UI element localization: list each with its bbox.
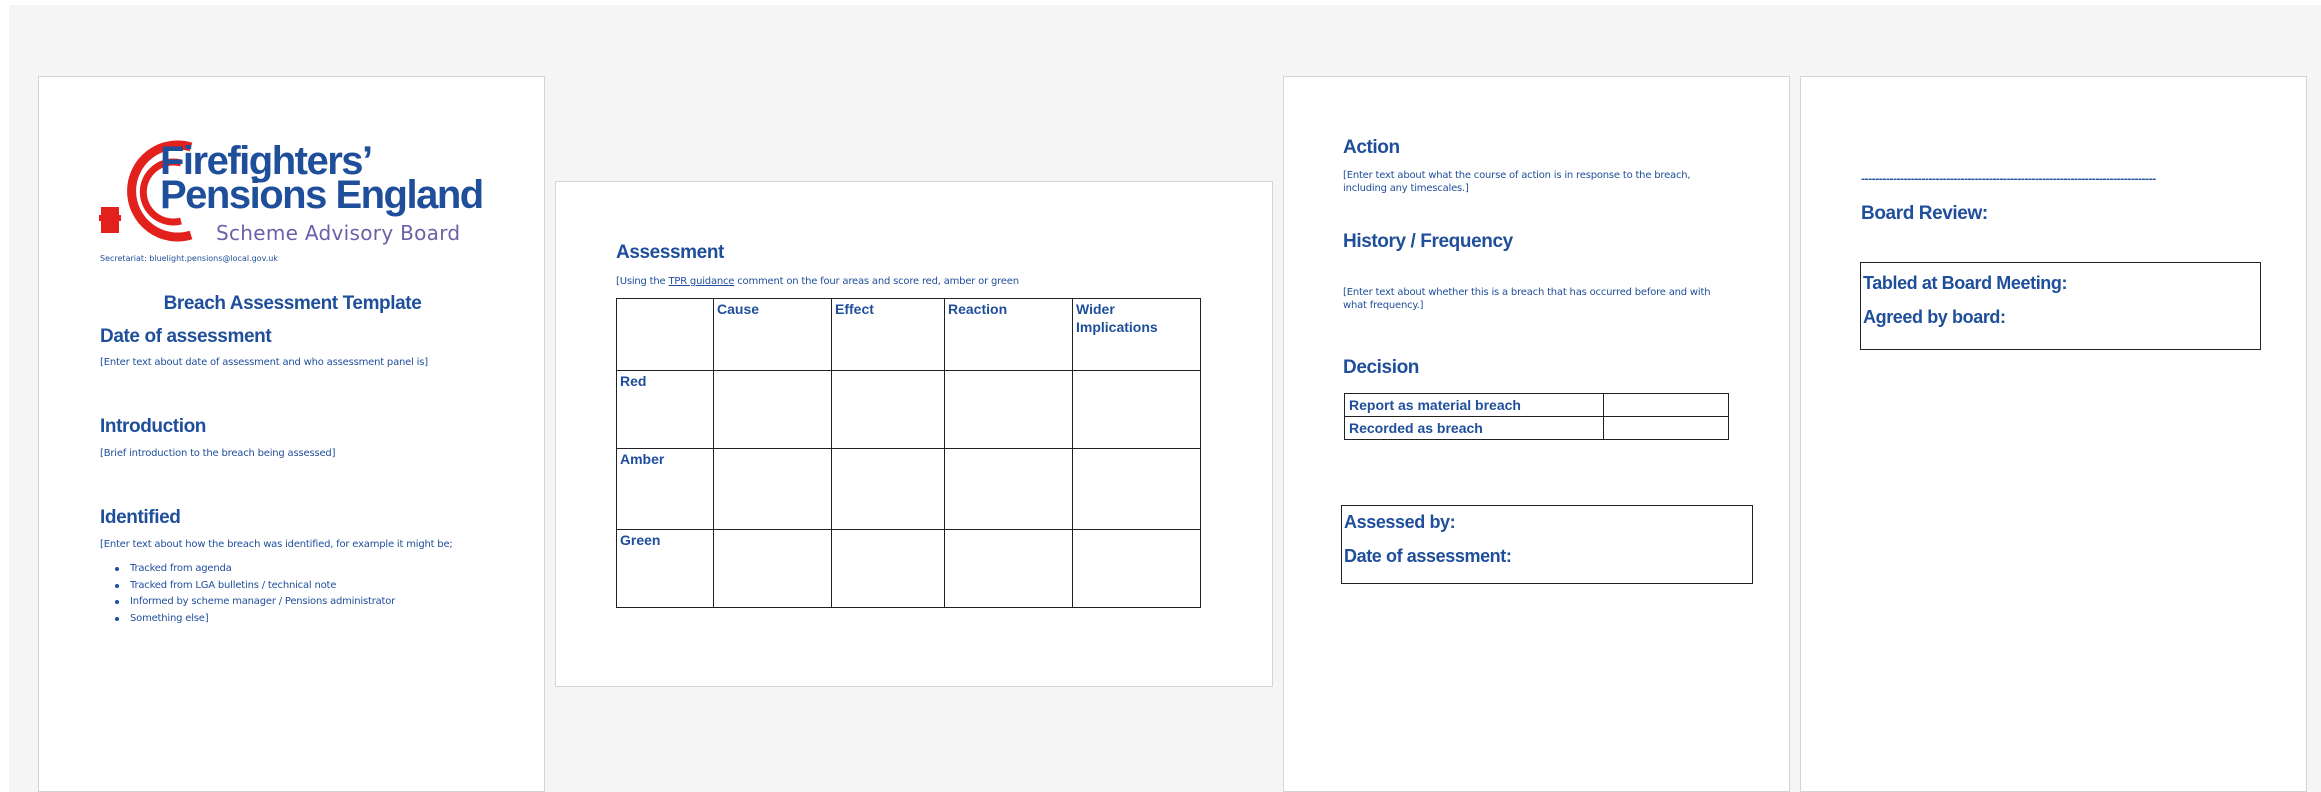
introduction-text: [Brief introduction to the breach being … [100, 448, 336, 459]
assessment-intro: [Using the TPR guidance comment on the f… [616, 275, 1019, 288]
page-3[interactable]: Action [Enter text about what the course… [1283, 76, 1790, 792]
page-2[interactable]: Assessment [Using the TPR guidance comme… [555, 181, 1273, 687]
date-of-assessment-heading: Date of assessment [100, 326, 272, 347]
row-label-cell[interactable]: Amber [616, 448, 714, 530]
tabled-at-board-meeting-label: Tabled at Board Meeting: [1863, 273, 2068, 293]
table-header-row: Cause Effect Reaction Wider Implications [616, 298, 1201, 371]
row-label-cell[interactable]: Red [616, 370, 714, 449]
action-text: [Enter text about what the course of act… [1343, 170, 1691, 194]
page-1[interactable]: Firefighters’ Pensions England Scheme Ad… [38, 76, 545, 792]
table-row: Recorded as breach [1344, 416, 1729, 440]
identified-heading: Identified [100, 507, 181, 528]
table-cell[interactable] [713, 448, 832, 530]
table-cell[interactable] [831, 529, 945, 608]
separator-dashes: ----------------------------------------… [1861, 174, 2156, 185]
table-cell[interactable] [831, 448, 945, 530]
date-of-assessment-text: [Enter text about date of assessment and… [100, 357, 428, 368]
history-frequency-heading: History / Frequency [1343, 231, 1513, 252]
assessment-intro-prefix: [Using the [616, 276, 669, 287]
table-cell[interactable] [1072, 370, 1201, 449]
secretariat-email: Secretariat: bluelight.pensions@local.go… [100, 254, 278, 263]
board-review-heading: Board Review: [1861, 203, 1988, 224]
history-frequency-text: [Enter text about whether this is a brea… [1343, 287, 1711, 311]
decision-table: Report as material breach Recorded as br… [1344, 393, 1729, 440]
introduction-heading: Introduction [100, 416, 207, 437]
identified-bullet-list: Tracked from agenda Tracked from LGA bul… [100, 562, 520, 628]
list-item: Tracked from LGA bulletins / technical n… [100, 579, 520, 596]
table-cell[interactable] [944, 370, 1073, 449]
decision-label-cell: Report as material breach [1344, 393, 1604, 417]
document-title: Breach Assessment Template [163, 293, 422, 314]
logo-text-line3: Scheme Advisory Board [216, 221, 461, 245]
decision-value-cell[interactable] [1603, 393, 1729, 417]
table-header-cell[interactable]: Cause [713, 298, 832, 371]
list-item: Tracked from agenda [100, 562, 520, 579]
action-heading: Action [1343, 137, 1400, 158]
table-cell[interactable] [1072, 448, 1201, 530]
row-label-cell[interactable]: Green [616, 529, 714, 608]
board-meeting-box[interactable]: Tabled at Board Meeting: Agreed by board… [1860, 262, 2261, 350]
page-4[interactable]: ----------------------------------------… [1800, 76, 2307, 792]
list-item: Informed by scheme manager / Pensions ad… [100, 595, 520, 612]
table-cell[interactable] [831, 370, 945, 449]
assessed-by-box[interactable]: Assessed by: Date of assessment: [1341, 505, 1753, 584]
table-row: Amber [616, 448, 1201, 530]
table-row: Red [616, 370, 1201, 449]
table-header-cell[interactable] [616, 298, 714, 371]
date-of-assessment-label: Date of assessment: [1344, 546, 1512, 566]
table-cell[interactable] [713, 529, 832, 608]
decision-value-cell[interactable] [1603, 416, 1729, 440]
table-header-cell[interactable]: Reaction [944, 298, 1073, 371]
assessed-by-label: Assessed by: [1344, 512, 1456, 532]
identified-text: [Enter text about how the breach was ide… [100, 539, 453, 550]
assessment-intro-suffix: comment on the four areas and score red,… [734, 276, 1019, 287]
assessment-heading: Assessment [616, 242, 724, 263]
assessment-table: Cause Effect Reaction Wider Implications… [616, 298, 1201, 608]
table-row: Green [616, 529, 1201, 608]
fpe-logo: Firefighters’ Pensions England Scheme Ad… [99, 135, 484, 250]
table-header-cell[interactable]: Effect [831, 298, 945, 371]
decision-heading: Decision [1343, 357, 1419, 378]
table-cell[interactable] [944, 448, 1073, 530]
table-row: Report as material breach [1344, 393, 1729, 417]
agreed-by-board-label: Agreed by board: [1863, 307, 2006, 327]
table-cell[interactable] [713, 370, 832, 449]
table-header-cell[interactable]: Wider Implications [1072, 298, 1201, 371]
logo-text-line2: Pensions England [160, 173, 484, 217]
list-item: Something else] [100, 612, 520, 629]
table-cell[interactable] [944, 529, 1073, 608]
decision-label-cell: Recorded as breach [1344, 416, 1604, 440]
table-cell[interactable] [1072, 529, 1201, 608]
tpr-guidance-link[interactable]: TPR guidance [668, 276, 734, 287]
